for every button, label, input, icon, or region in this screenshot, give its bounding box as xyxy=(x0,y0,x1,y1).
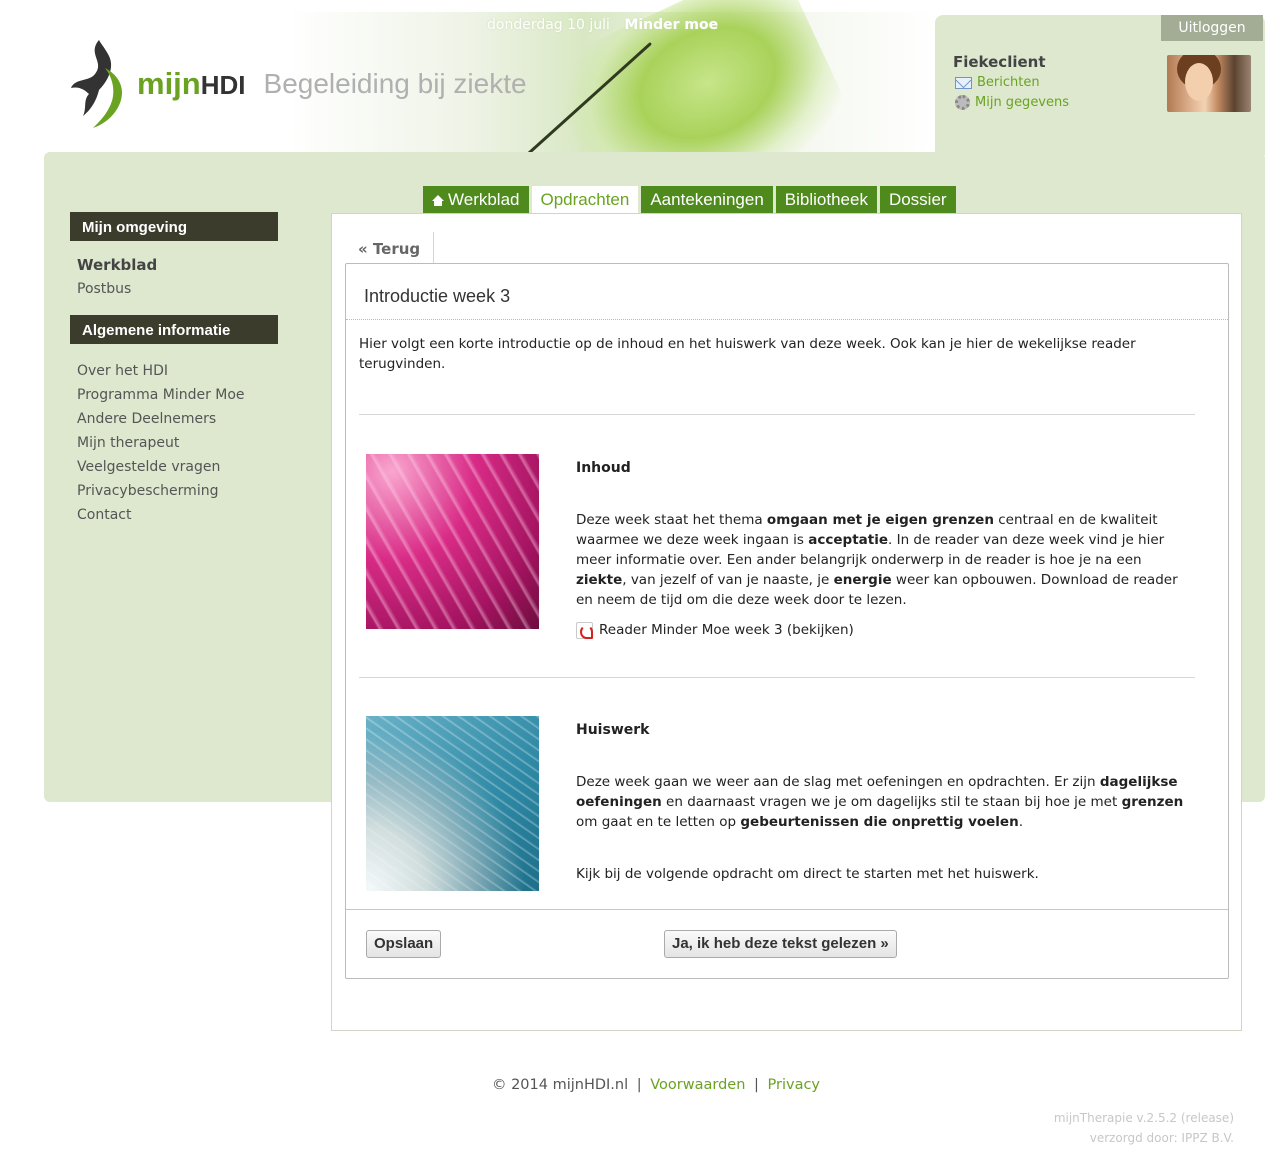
sidebar-item-programma[interactable]: Programma Minder Moe xyxy=(70,383,278,407)
tab-label: Bibliotheek xyxy=(784,190,868,209)
back-link[interactable]: « Terug xyxy=(356,232,435,264)
sidebar-heading-my-environment: Mijn omgeving xyxy=(70,212,278,241)
logo-tagline: Begeleiding bij ziekte xyxy=(263,68,527,99)
main-panel: « Terug Introductie week 3 Hier volgt ee… xyxy=(331,213,1242,1031)
mark-read-button[interactable]: Ja, ik heb deze tekst gelezen » xyxy=(664,930,897,958)
sidebar-group-general-info: Over het HDI Programma Minder Moe Andere… xyxy=(70,359,278,527)
tab-opdrachten[interactable]: Opdrachten xyxy=(531,186,639,216)
tab-bibliotheek[interactable]: Bibliotheek xyxy=(775,186,877,213)
provider-label: verzorgd door: IPPZ B.V. xyxy=(1089,1131,1234,1145)
logout-button[interactable]: Uitloggen xyxy=(1161,15,1263,41)
body-emphasis: omgaan met je eigen grenzen xyxy=(766,512,994,528)
body-emphasis: grenzen xyxy=(1121,794,1184,810)
section-body: Deze week staat het thema omgaan met je … xyxy=(576,510,1196,610)
page-title: Introductie week 3 xyxy=(364,286,511,306)
assignment-box: Introductie week 3 Hier volgt een korte … xyxy=(345,263,1229,979)
section-divider xyxy=(359,677,1195,678)
body-text: , van jezelf of van je naaste, je xyxy=(622,572,834,588)
save-button[interactable]: Opslaan xyxy=(366,930,442,958)
sidebar: Mijn omgeving Werkblad Postbus Algemene … xyxy=(70,212,278,527)
section-heading: Huiswerk xyxy=(576,722,650,738)
sidebar-item-werkblad[interactable]: Werkblad xyxy=(70,253,278,277)
logo[interactable]: mijnHDI Begeleiding bij ziekte xyxy=(65,36,527,132)
user-name: Fiekeclient xyxy=(953,53,1046,71)
sidebar-item-postbus[interactable]: Postbus xyxy=(70,277,278,301)
tab-label: Opdrachten xyxy=(540,190,630,209)
body-text: Deze week gaan we weer aan de slag met o… xyxy=(576,774,1100,790)
pdf-icon xyxy=(576,621,593,639)
flower-image xyxy=(366,454,539,629)
homework-note: Kijk bij de volgende opdracht om direct … xyxy=(576,866,1039,882)
privacy-link[interactable]: Privacy xyxy=(768,1077,821,1093)
section-text: Inhoud Deze week staat het thema omgaan … xyxy=(576,454,1196,640)
body-emphasis: energie xyxy=(833,572,892,588)
reader-link-label: Reader Minder Moe week 3 (bekijken) xyxy=(599,622,854,638)
body-text: . xyxy=(1018,814,1023,830)
avatar-face xyxy=(1185,63,1213,101)
intro-text: Hier volgt een korte introductie op de i… xyxy=(359,336,1136,372)
main-tabs: Werkblad Opdrachten Aantekeningen Biblio… xyxy=(423,186,956,216)
page: donderdag 10 juli Minder moe mijnHDI Beg… xyxy=(10,0,1272,1162)
version-label: mijnTherapie v.2.5.2 (release) xyxy=(1053,1111,1234,1125)
messages-label: Berichten xyxy=(977,75,1040,90)
section-heading: Inhoud xyxy=(576,460,631,476)
body-emphasis: acceptatie xyxy=(808,532,888,548)
logo-face-icon xyxy=(71,40,123,128)
footer-separator: | xyxy=(636,1077,642,1093)
sidebar-item-privacy[interactable]: Privacybescherming xyxy=(70,479,278,503)
sidebar-group-my-environment: Werkblad Postbus xyxy=(70,253,278,301)
tab-label: Werkblad xyxy=(448,190,520,209)
sidebar-item-deelnemers[interactable]: Andere Deelnemers xyxy=(70,407,278,431)
tab-dossier[interactable]: Dossier xyxy=(879,186,956,213)
body-emphasis: ziekte xyxy=(576,572,623,588)
tab-werkblad[interactable]: Werkblad xyxy=(423,186,529,213)
footer-separator: | xyxy=(754,1077,759,1093)
section-body: Deze week gaan we weer aan de slag met o… xyxy=(576,772,1196,832)
copyright: © 2014 mijnHDI.nl xyxy=(491,1077,629,1093)
mail-icon xyxy=(955,76,972,89)
sidebar-item-contact[interactable]: Contact xyxy=(70,503,278,527)
tab-aantekeningen[interactable]: Aantekeningen xyxy=(641,186,773,213)
actions-divider xyxy=(346,909,1228,910)
reader-download-link[interactable]: Reader Minder Moe week 3 (bekijken) xyxy=(576,620,1196,640)
terms-link[interactable]: Voorwaarden xyxy=(650,1077,745,1093)
body-text: om gaat en te letten op xyxy=(576,814,741,830)
body-emphasis: gebeurtenissen die onprettig voelen xyxy=(740,814,1019,830)
version-info: mijnTherapie v.2.5.2 (release) verzorgd … xyxy=(1054,1108,1234,1148)
date-line: donderdag 10 juli Minder moe xyxy=(487,17,718,33)
home-icon xyxy=(432,195,444,206)
current-date: donderdag 10 juli xyxy=(487,17,610,33)
account-link[interactable]: Mijn gegevens xyxy=(955,95,1069,110)
sidebar-heading-general-info: Algemene informatie xyxy=(70,315,278,344)
tab-label: Dossier xyxy=(888,190,947,209)
sidebar-item-therapeut[interactable]: Mijn therapeut xyxy=(70,431,278,455)
body-text: en daarnaast vragen we je om dagelijks s… xyxy=(661,794,1122,810)
dandelion-image xyxy=(366,716,539,891)
sidebar-item-over-het-hdi[interactable]: Over het HDI xyxy=(70,359,278,383)
section-text: Huiswerk Deze week gaan we weer aan de s… xyxy=(576,716,1196,884)
body-text: Deze week staat het thema xyxy=(576,512,767,528)
logo-brand: HDI xyxy=(200,70,246,100)
logo-word: mijn xyxy=(137,66,201,101)
logo-wordmark: mijnHDI xyxy=(137,66,246,102)
avatar xyxy=(1167,55,1251,112)
sidebar-item-faq[interactable]: Veelgestelde vragen xyxy=(70,455,278,479)
tab-label: Aantekeningen xyxy=(650,190,764,209)
gear-icon xyxy=(955,95,970,110)
section-divider xyxy=(359,414,1195,415)
user-panel: Uitloggen Fiekeclient Berichten Mijn geg… xyxy=(935,15,1265,155)
title-divider xyxy=(346,319,1228,320)
account-label: Mijn gegevens xyxy=(975,95,1070,110)
messages-link[interactable]: Berichten xyxy=(955,75,1040,90)
program-name: Minder moe xyxy=(624,17,719,33)
footer: © 2014 mijnHDI.nl | Voorwaarden | Privac… xyxy=(10,1077,1272,1093)
